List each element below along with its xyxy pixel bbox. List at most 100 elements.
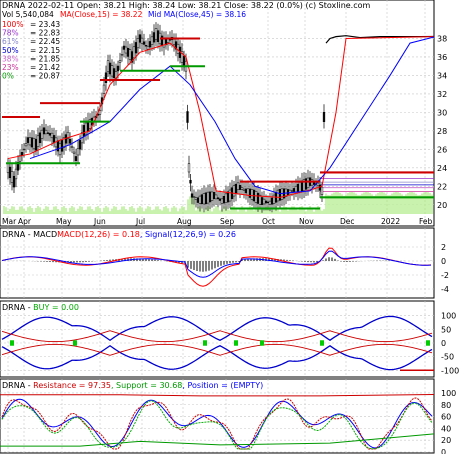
buy-tick-label: 0 — [441, 339, 446, 348]
volume-bar — [17, 209, 19, 214]
buy-marker — [203, 340, 207, 346]
buy-marker — [234, 340, 238, 346]
volume-bar — [79, 206, 81, 214]
candle-body — [112, 68, 116, 78]
volume-bar — [351, 192, 353, 214]
candle-body — [50, 132, 54, 139]
volume-bar — [127, 210, 129, 214]
candle-body — [76, 148, 80, 156]
macd-main: MACD(12,26) = 0.18 — [57, 230, 140, 239]
candle-body — [304, 178, 308, 190]
candle-body — [246, 188, 250, 196]
rsi-panel — [0, 378, 435, 454]
rsi-res: Resistance = 97.35 — [33, 381, 111, 390]
candle-body — [202, 193, 206, 205]
candle-body — [198, 195, 202, 204]
buy-marker — [10, 340, 14, 346]
fib-value: = 20.87 — [30, 72, 60, 81]
candle-body — [266, 201, 270, 204]
macd-title: DRNA - MACD — [2, 230, 57, 239]
candle-body — [102, 84, 106, 94]
volume-bar — [187, 199, 189, 214]
volume-bar — [413, 192, 415, 214]
volume-bar — [81, 206, 83, 214]
candle-body — [36, 135, 40, 147]
volume-bar — [137, 207, 139, 214]
month-tick-label: May — [56, 217, 72, 226]
volume-bar — [145, 208, 147, 214]
candle-body — [208, 191, 212, 203]
candle-body — [272, 194, 276, 204]
volume-bar — [71, 206, 73, 214]
rsi-sup: , Support = 30.68 — [111, 381, 182, 390]
volume-bar — [201, 208, 203, 214]
volume-bar — [101, 211, 103, 214]
volume-bar — [121, 206, 123, 214]
month-tick-label: Feb — [419, 217, 433, 226]
rsi-tick-label: 80 — [441, 401, 451, 410]
volume-bar — [365, 192, 367, 214]
candle-body — [32, 138, 36, 150]
volume-bar — [253, 210, 255, 214]
volume-bar — [7, 210, 9, 214]
volume-bar — [367, 192, 369, 214]
rsi-tick-label: 20 — [441, 436, 451, 445]
macd-signal: , Signal(12,26,9) = 0.26 — [140, 230, 236, 239]
volume-bar — [177, 211, 179, 214]
volume-bar — [143, 211, 145, 214]
candle-body — [210, 191, 214, 201]
volume-bar — [75, 211, 77, 214]
candle-body — [250, 189, 254, 200]
candle-body — [190, 193, 194, 198]
price-tick-label: 32 — [437, 90, 447, 99]
month-tick-label: Oct — [262, 217, 275, 226]
candle-body — [142, 41, 146, 45]
volume-bar — [165, 206, 167, 214]
candle-body — [162, 38, 166, 48]
volume-bar — [43, 208, 45, 214]
candle-body — [106, 60, 110, 72]
candle-body — [270, 197, 274, 205]
volume-bar — [309, 206, 311, 214]
buy-tick-label: -100 — [441, 366, 459, 375]
volume-bar — [323, 209, 325, 214]
candle-body — [42, 127, 46, 135]
candle-body — [34, 138, 38, 151]
volume-bar — [283, 206, 285, 214]
volume-text: Vol 5,540,084 — [2, 10, 54, 19]
volume-bar — [219, 210, 221, 214]
volume-bar — [73, 207, 75, 214]
volume-bar — [173, 206, 175, 214]
candle-body — [294, 185, 298, 193]
candle-body — [24, 143, 28, 147]
candle-body — [86, 120, 90, 132]
candle-body — [126, 47, 130, 57]
candle-body — [262, 198, 266, 205]
candle-body — [168, 39, 172, 41]
candle-body — [280, 188, 284, 200]
candle-body — [218, 198, 222, 201]
rsi-tick-label: 0 — [441, 448, 446, 454]
month-tick-label: Apr — [18, 217, 32, 226]
candle-body — [290, 190, 294, 192]
candle-body — [242, 188, 246, 191]
volume-bar — [153, 209, 155, 214]
price-tick-label: 36 — [437, 53, 447, 62]
volume-bar — [429, 193, 431, 214]
volume-bar — [363, 192, 365, 214]
price-tick-label: 38 — [437, 34, 447, 43]
volume-bar — [109, 211, 111, 214]
volume-bar — [427, 192, 429, 214]
candle-body — [206, 191, 210, 204]
buy-tick-label: -50 — [441, 353, 454, 362]
candle-body — [166, 38, 170, 43]
price-tick-label: 28 — [437, 127, 447, 136]
volume-bar — [395, 192, 397, 214]
candle-body — [244, 188, 248, 194]
macd-tick-label: -4 — [441, 285, 449, 294]
candle-body — [12, 176, 16, 188]
volume-bar — [139, 206, 141, 214]
volume-bar — [19, 206, 21, 214]
price-panel — [0, 0, 435, 227]
volume-bar — [249, 206, 251, 214]
